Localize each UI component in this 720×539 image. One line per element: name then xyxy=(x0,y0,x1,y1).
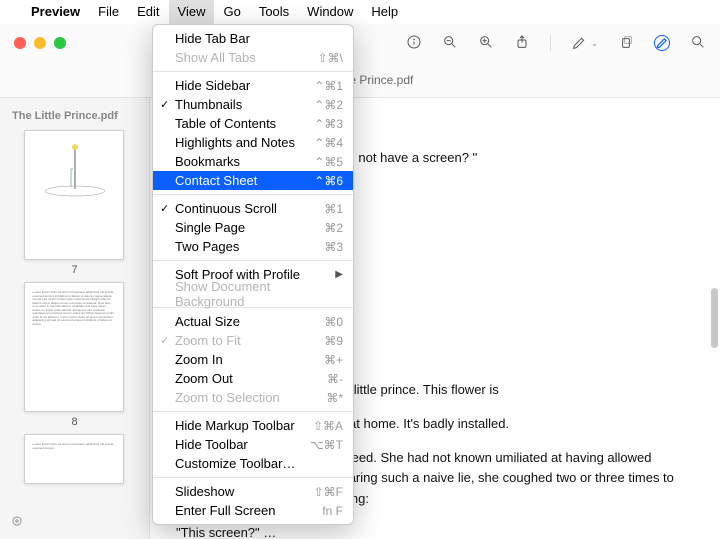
view-menu-customize-toolbar-[interactable]: Customize Toolbar… xyxy=(153,454,353,473)
zoom-out-icon[interactable] xyxy=(442,34,458,53)
info-icon[interactable] xyxy=(406,34,422,53)
view-menu-hide-tab-bar[interactable]: Hide Tab Bar xyxy=(153,29,353,48)
view-menu-zoom-out[interactable]: Zoom Out⌘- xyxy=(153,369,353,388)
vertical-scrollbar[interactable] xyxy=(711,288,718,348)
window-titlebar: ⌄ xyxy=(0,24,720,62)
view-menu-zoom-to-fit: ✓Zoom to Fit⌘9 xyxy=(153,331,353,350)
sidebar-options-icon[interactable] xyxy=(10,514,24,531)
page-thumbnail-7[interactable]: 7 xyxy=(24,130,126,276)
view-menu-contact-sheet[interactable]: Contact Sheet⌃⌘6 xyxy=(153,171,353,190)
view-menu-show-document-background: Show Document Background xyxy=(153,284,353,303)
view-menu-continuous-scroll[interactable]: ✓Continuous Scroll⌘1 xyxy=(153,199,353,218)
close-window-button[interactable] xyxy=(14,37,26,49)
menubar-view[interactable]: View xyxy=(169,0,215,24)
system-menubar: Preview File Edit View Go Tools Window H… xyxy=(0,0,720,24)
page-thumbnail-8[interactable]: Lorem ipsum dolor sit amet consectetur a… xyxy=(24,282,126,428)
menubar-file[interactable]: File xyxy=(89,0,128,24)
share-icon[interactable] xyxy=(514,34,530,53)
menubar-window[interactable]: Window xyxy=(298,0,362,24)
view-menu-zoom-to-selection: Zoom to Selection⌘* xyxy=(153,388,353,407)
view-menu-single-page[interactable]: Single Page⌘2 xyxy=(153,218,353,237)
menubar-edit[interactable]: Edit xyxy=(128,0,168,24)
view-menu-hide-markup-toolbar[interactable]: Hide Markup Toolbar⇧⌘A xyxy=(153,416,353,435)
page-thumbnail-9[interactable]: Lorem ipsum dolor sit amet consectetur a… xyxy=(24,434,126,484)
fullscreen-window-button[interactable] xyxy=(54,37,66,49)
view-menu-actual-size[interactable]: Actual Size⌘0 xyxy=(153,312,353,331)
main-area: The Little Prince.pdf 7 Lorem ipsum dolo… xyxy=(0,98,720,539)
view-menu-show-all-tabs: Show All Tabs⇧⌘\ xyxy=(153,48,353,67)
view-menu-two-pages[interactable]: Two Pages⌘3 xyxy=(153,237,353,256)
view-menu-zoom-in[interactable]: Zoom In⌘+ xyxy=(153,350,353,369)
traffic-lights xyxy=(14,37,66,49)
menubar-help[interactable]: Help xyxy=(362,0,407,24)
view-menu-bookmarks[interactable]: Bookmarks⌃⌘5 xyxy=(153,152,353,171)
markup-button[interactable]: ⌄ xyxy=(571,35,598,51)
body-text: "This screen?" … xyxy=(176,523,694,539)
toolbar-separator xyxy=(550,35,551,51)
menubar-tools[interactable]: Tools xyxy=(250,0,298,24)
view-menu-slideshow[interactable]: Slideshow⇧⌘F xyxy=(153,482,353,501)
view-menu-dropdown: Hide Tab BarShow All Tabs⇧⌘\ Hide Sidebar… xyxy=(152,24,354,525)
view-menu-thumbnails[interactable]: ✓Thumbnails⌃⌘2 xyxy=(153,95,353,114)
search-icon[interactable] xyxy=(690,34,706,53)
menubar-go[interactable]: Go xyxy=(214,0,249,24)
view-menu-enter-full-screen[interactable]: Enter Full Screenfn F xyxy=(153,501,353,520)
document-toolbar: ⌄ ⌄ ⌄ ⌄ Aa⌄ The Little Prince.pdf xyxy=(0,62,720,98)
view-menu-highlights-and-notes[interactable]: Highlights and Notes⌃⌘4 xyxy=(153,133,353,152)
menubar-preview[interactable]: Preview xyxy=(22,0,89,24)
highlight-icon[interactable] xyxy=(654,35,670,51)
zoom-in-icon[interactable] xyxy=(478,34,494,53)
sidebar-document-title: The Little Prince.pdf xyxy=(0,106,149,130)
minimize-window-button[interactable] xyxy=(34,37,46,49)
rotate-icon[interactable] xyxy=(618,34,634,53)
view-menu-hide-sidebar[interactable]: Hide Sidebar⌃⌘1 xyxy=(153,76,353,95)
view-menu-hide-toolbar[interactable]: Hide Toolbar⌥⌘T xyxy=(153,435,353,454)
thumbnail-sidebar: The Little Prince.pdf 7 Lorem ipsum dolo… xyxy=(0,98,150,539)
view-menu-table-of-contents[interactable]: Table of Contents⌃⌘3 xyxy=(153,114,353,133)
